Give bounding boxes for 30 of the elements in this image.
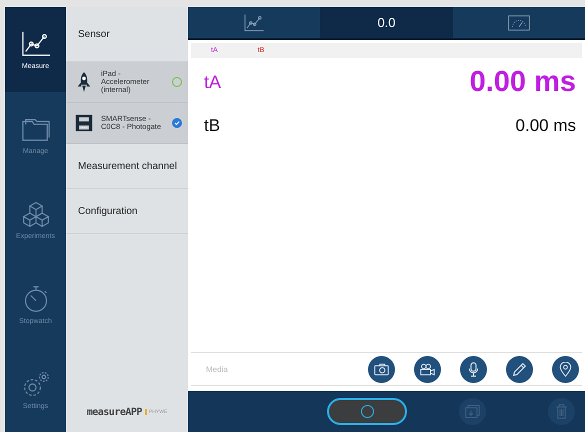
trash-icon [554, 404, 569, 419]
save-icon [465, 404, 480, 419]
channel-value: 0.00 ms [470, 66, 576, 98]
photogate-icon [75, 112, 93, 134]
record-button[interactable] [327, 398, 407, 425]
checkmark-icon [173, 119, 181, 127]
line-graph-icon [243, 14, 266, 32]
microphone-icon [466, 362, 481, 376]
checkbox[interactable] [172, 118, 182, 128]
rocket-icon [75, 71, 93, 93]
cubes-icon [20, 200, 50, 228]
app-logo: measureAPP [86, 406, 142, 418]
checkbox[interactable] [172, 77, 182, 87]
pencil-button[interactable] [506, 356, 533, 382]
pin-button[interactable] [552, 356, 579, 382]
circle-icon [360, 405, 374, 418]
location-pin-icon [558, 362, 573, 376]
microphone-button[interactable] [460, 356, 487, 382]
line-graph-icon [20, 30, 50, 58]
video-button[interactable] [414, 356, 441, 382]
video-camera-icon [420, 362, 435, 376]
gauge-icon [508, 14, 530, 32]
pencil-icon [512, 362, 527, 376]
channel-name: tA [204, 72, 222, 92]
camera-icon [374, 362, 389, 376]
channel-name: tB [204, 116, 220, 136]
camera-button[interactable] [368, 356, 395, 382]
media-field[interactable]: Media [206, 364, 266, 374]
channel-value: 0.00 ms [516, 116, 576, 136]
tab[interactable]: 0.0 [320, 7, 453, 38]
